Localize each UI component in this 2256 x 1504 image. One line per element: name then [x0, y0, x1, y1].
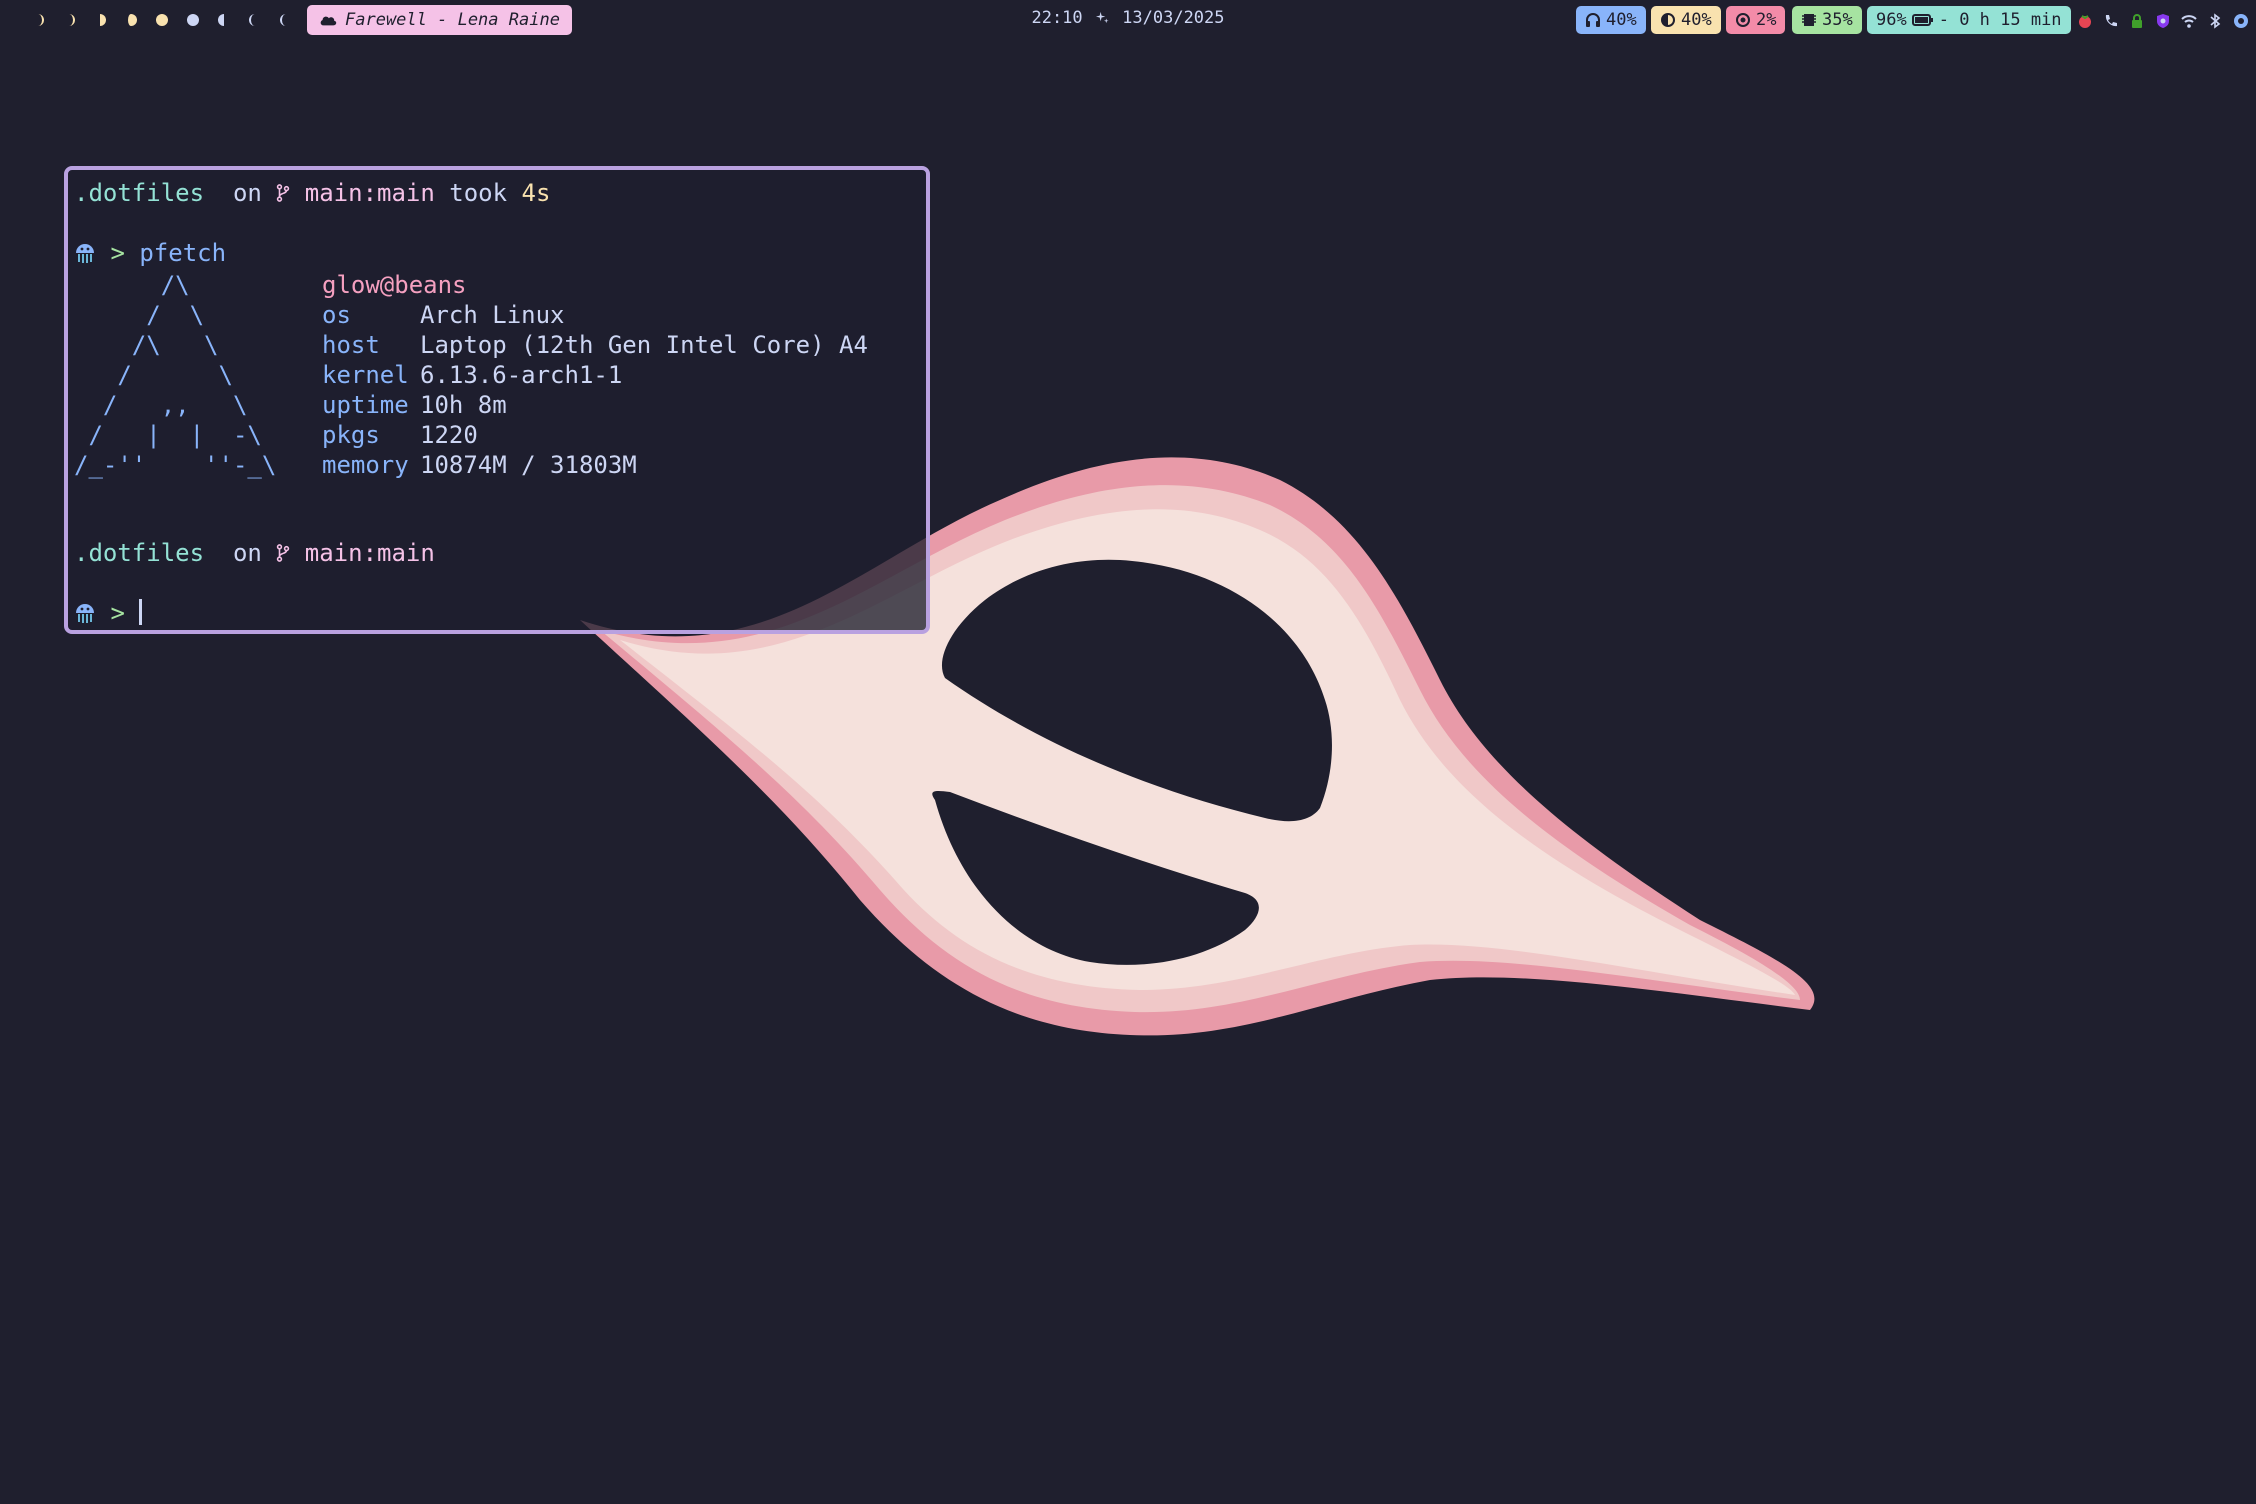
- jellyfish-icon: [76, 244, 94, 263]
- brightness-indicator[interactable]: 40%: [1651, 6, 1721, 34]
- full-moon-icon: [155, 14, 168, 26]
- workspace-5[interactable]: [146, 9, 177, 31]
- info-key: memory: [322, 451, 409, 479]
- workspace-4[interactable]: [115, 9, 146, 31]
- info-key: uptime: [322, 391, 409, 419]
- volume-value: 40%: [1606, 10, 1637, 30]
- info-row-uptime: uptime 10h 8m: [322, 390, 868, 420]
- info-key: pkgs: [322, 421, 380, 449]
- text-cursor: [139, 599, 143, 625]
- brightness-icon: [1661, 13, 1675, 27]
- workspace-3[interactable]: [84, 9, 115, 31]
- prompt-branch: main:main: [304, 179, 435, 207]
- workspace-9[interactable]: [270, 9, 301, 31]
- clock-time[interactable]: 22:10: [1031, 8, 1082, 28]
- waning-crescent-moon-icon: [248, 14, 255, 26]
- userhost-row: glow@beans: [322, 270, 868, 300]
- last-quarter-moon-icon: [217, 14, 224, 26]
- workspace-8[interactable]: [239, 9, 270, 31]
- top-bar: Farewell - Lena Raine 22:10 13/03/2025 4…: [0, 0, 2256, 40]
- phone-icon[interactable]: [2102, 12, 2120, 30]
- memory-value: 35%: [1822, 10, 1853, 30]
- memory-indicator[interactable]: 35%: [1792, 6, 1862, 34]
- volume-indicator[interactable]: 40%: [1576, 6, 1646, 34]
- info-row-host: host Laptop (12th Gen Intel Core) A4: [322, 330, 868, 360]
- workspace-1[interactable]: [22, 9, 53, 31]
- prompt-branch: main:main: [304, 539, 435, 567]
- info-rows: os Arch Linux host Laptop (12th Gen Intel C…: [322, 300, 868, 480]
- brightness-value: 40%: [1681, 10, 1712, 30]
- battery-indicator[interactable]: 96% - 0 h 15 min: [1867, 6, 2071, 34]
- info-value: 1220: [420, 421, 478, 449]
- info-key: kernel: [322, 361, 409, 389]
- lock-icon[interactable]: [2128, 12, 2146, 30]
- battery-time: - 0 h 15 min: [1938, 10, 2062, 30]
- vpn-icon[interactable]: [2154, 12, 2172, 30]
- info-row-pkgs: pkgs 1220: [322, 420, 868, 450]
- wifi-icon[interactable]: [2180, 12, 2198, 30]
- headphones-icon: [1586, 13, 1600, 27]
- bluetooth-icon[interactable]: [2206, 12, 2224, 30]
- prompt-on: on: [232, 179, 262, 207]
- memory-chip-icon: [1802, 14, 1816, 26]
- info-value: 6.13.6-arch1-1: [420, 361, 623, 389]
- command-line: > pfetch: [74, 238, 226, 268]
- battery-percent: 96%: [1876, 10, 1907, 30]
- workspace-2[interactable]: [53, 9, 84, 31]
- prompt-arrow: >: [110, 599, 125, 627]
- sparkles-icon: [1095, 11, 1109, 24]
- info-key: os: [322, 301, 351, 329]
- arch-logo-ascii: /\ / \ /\ \ / \ / ,, \ / | | -\ /_-'' ''…: [74, 271, 277, 479]
- tomato-icon[interactable]: [2076, 12, 2094, 30]
- cpu-icon: [1736, 13, 1750, 27]
- info-value: Arch Linux: [420, 301, 565, 329]
- workspace-indicators: [22, 9, 301, 31]
- info-row-memory: memory 10874M / 31803M: [322, 450, 868, 480]
- notification-icon[interactable]: [2232, 12, 2250, 30]
- prompt-took: took: [449, 179, 508, 207]
- prompt-line-2: .dotfiles on main:main: [74, 538, 435, 568]
- full-moon-icon: [186, 14, 199, 26]
- info-value: 10874M / 31803M: [420, 451, 637, 479]
- input-line[interactable]: >: [74, 598, 143, 628]
- cloud-icon: [320, 16, 337, 26]
- media-player-widget[interactable]: Farewell - Lena Raine: [307, 5, 572, 35]
- media-title: Farewell - Lena Raine: [345, 10, 560, 30]
- workspace-7[interactable]: [208, 9, 239, 31]
- pfetch-info: glow@beans os Arch Linux host Laptop (12th …: [322, 270, 868, 480]
- info-value: 10h 8m: [420, 391, 507, 419]
- workspace-6[interactable]: [177, 9, 208, 31]
- prompt-duration: 4s: [521, 179, 551, 207]
- prompt-arrow: >: [110, 239, 125, 267]
- clock-date[interactable]: 13/03/2025: [1122, 8, 1224, 28]
- waxing-gibbous-moon-icon: [127, 14, 137, 26]
- prompt-on: on: [232, 539, 262, 567]
- waning-crescent-moon-icon: [279, 14, 286, 26]
- git-branch-icon: [277, 184, 290, 202]
- waxing-crescent-moon-icon: [68, 14, 75, 26]
- cpu-indicator[interactable]: 2%: [1726, 6, 1786, 34]
- jellyfish-icon: [76, 604, 94, 623]
- git-branch-icon: [277, 544, 290, 562]
- info-key: host: [322, 331, 380, 359]
- info-row-kernel: kernel 6.13.6-arch1-1: [322, 360, 868, 390]
- userhost: glow@beans: [322, 271, 467, 299]
- first-quarter-moon-icon: [99, 14, 106, 26]
- waxing-crescent-moon-icon: [37, 14, 44, 26]
- command-text: pfetch: [139, 239, 227, 267]
- battery-icon: [1911, 14, 1933, 26]
- system-tray: [2076, 10, 2250, 32]
- terminal-window[interactable]: .dotfiles on main:main took 4s > pfetch …: [64, 166, 930, 634]
- prompt-directory: .dotfiles: [74, 179, 205, 207]
- info-value: Laptop (12th Gen Intel Core) A4: [420, 331, 868, 359]
- prompt-line: .dotfiles on main:main took 4s: [74, 178, 550, 208]
- info-row-os: os Arch Linux: [322, 300, 868, 330]
- prompt-directory: .dotfiles: [74, 539, 205, 567]
- cpu-value: 2%: [1756, 10, 1777, 30]
